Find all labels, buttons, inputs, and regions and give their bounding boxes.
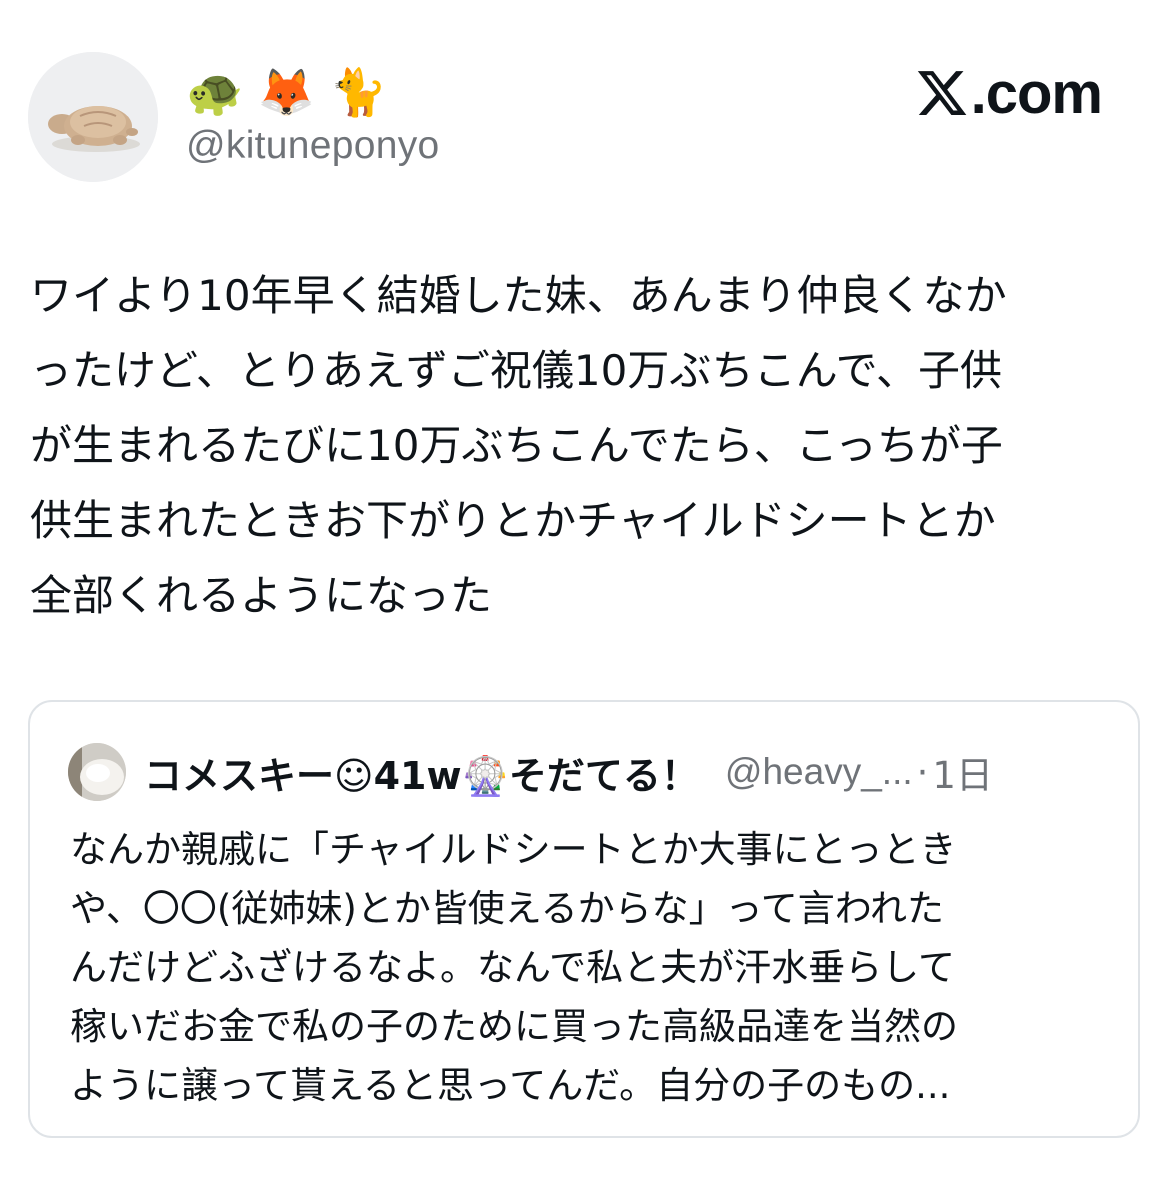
quoted-tweet-timestamp: 1日 [932, 754, 993, 797]
rice-bowl-image [68, 743, 126, 801]
tweet-body: ワイより10年早く結婚した妹、あんまり仲良くなか ったけど、とりあえずご祝儀10… [30, 271, 1007, 620]
author-handle[interactable]: @kituneponyo [186, 124, 440, 168]
author-avatar[interactable] [28, 52, 158, 182]
turtle-figurine-image [28, 52, 158, 182]
quoted-author-handle: @heavy_... [724, 751, 913, 792]
quoted-tweet-body: なんか親戚に「チャイルドシートとか大事にとっとき や、〇〇(従姉妹)とか皆使える… [70, 828, 958, 1107]
quoted-author-display-name: コメスキー☺41w🎡そだてる！ [144, 753, 699, 798]
x-logo-text: .com [970, 60, 1103, 126]
quoted-tweet-header: コメスキー☺41w🎡そだてる！ @heavy_... · 1日 [68, 740, 1108, 804]
x-com-logo[interactable]: .com [915, 60, 1103, 126]
quoted-author-avatar[interactable] [68, 743, 126, 801]
quoted-tweet-card[interactable]: コメスキー☺41w🎡そだてる！ @heavy_... · 1日 なんか親戚に「チ… [28, 700, 1140, 1138]
author-display-name: 🐢 🦊 🐈 [186, 65, 388, 119]
x-logo-icon [917, 71, 966, 115]
quoted-header-separator: · [916, 750, 929, 794]
